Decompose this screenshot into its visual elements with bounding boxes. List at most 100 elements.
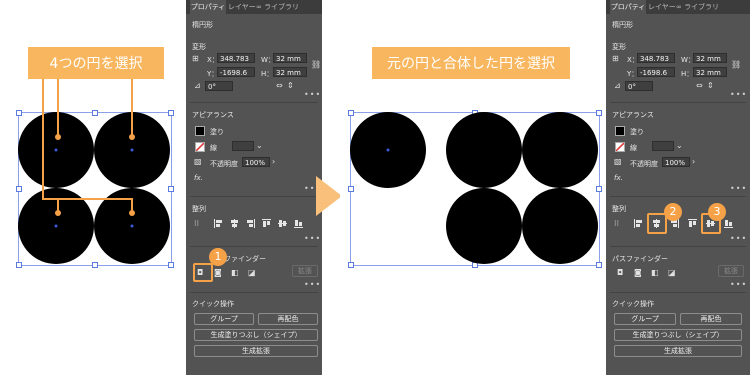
align-right-icon[interactable]	[246, 219, 255, 228]
intersect-icon[interactable]: ◧	[651, 268, 659, 277]
selection-handle[interactable]	[596, 110, 602, 116]
link-icon[interactable]: ⛓	[311, 60, 321, 69]
selection-handle[interactable]	[596, 262, 602, 268]
selection-handle[interactable]	[16, 110, 22, 116]
transform-label: 変形	[192, 43, 206, 51]
fill-swatch[interactable]	[195, 126, 205, 136]
h-field[interactable]: 32 mm	[273, 67, 307, 77]
chevron-right-icon[interactable]: ›	[272, 157, 275, 166]
flip-vertical-icon[interactable]: ⇕	[707, 81, 714, 90]
stroke-swatch[interactable]	[195, 142, 205, 152]
tab-layers[interactable]: レイヤー	[648, 0, 676, 14]
w-field[interactable]: 32 mm	[273, 53, 307, 63]
circle[interactable]	[522, 112, 598, 188]
generative-expand-button[interactable]: 生成拡張	[194, 345, 318, 357]
more-options-icon[interactable]: •••	[730, 184, 747, 193]
selection-handle[interactable]	[168, 186, 174, 192]
selection-handle[interactable]	[348, 110, 354, 116]
align-bottom-icon[interactable]	[294, 219, 303, 228]
divider	[610, 102, 746, 103]
more-options-icon[interactable]: •••	[730, 234, 747, 243]
more-options-icon[interactable]: •••	[304, 234, 321, 243]
opacity-field[interactable]: 100%	[662, 157, 690, 167]
fx-label[interactable]: fx.	[194, 174, 203, 182]
selection-handle[interactable]	[92, 110, 98, 116]
selection-handle[interactable]	[168, 262, 174, 268]
selection-handle[interactable]	[348, 262, 354, 268]
selection-handle[interactable]	[596, 186, 602, 192]
align-left-icon[interactable]	[214, 219, 223, 228]
minus-front-icon[interactable]: ◙	[634, 268, 642, 277]
rotate-field[interactable]: 0°	[205, 81, 233, 91]
reference-point-icon[interactable]: ⊞	[612, 54, 619, 63]
more-options-icon[interactable]: •••	[304, 90, 321, 99]
circle[interactable]	[446, 112, 522, 188]
link-icon[interactable]: ⛓	[731, 60, 741, 69]
x-field[interactable]: 348.783	[217, 53, 255, 63]
align-to-icon[interactable]: ⁝⁝	[194, 219, 199, 228]
y-field[interactable]: -1698.6	[217, 67, 255, 77]
align-left-icon[interactable]	[634, 219, 643, 228]
group-button[interactable]: グループ	[614, 313, 676, 325]
flip-horizontal-icon[interactable]: ⇔	[276, 81, 283, 90]
selection-handle[interactable]	[348, 186, 354, 192]
align-bottom-icon[interactable]	[724, 219, 733, 228]
flip-vertical-icon[interactable]: ⇕	[287, 81, 294, 90]
selection-handle[interactable]	[16, 262, 22, 268]
exclude-icon[interactable]: ◪	[248, 268, 256, 277]
tab-properties[interactable]: プロパティ	[610, 0, 646, 14]
flip-horizontal-icon[interactable]: ⇔	[696, 81, 703, 90]
leader-line	[131, 79, 133, 137]
tab-libraries[interactable]: ∞ ライブラリ	[676, 0, 719, 14]
h-field[interactable]: 32 mm	[693, 67, 727, 77]
opacity-field[interactable]: 100%	[242, 157, 270, 167]
more-options-icon[interactable]: •••	[730, 280, 747, 289]
more-options-icon[interactable]: •••	[730, 90, 747, 99]
fill-swatch[interactable]	[615, 126, 625, 136]
align-vertical-center-icon[interactable]	[278, 219, 287, 228]
selection-handle[interactable]	[16, 186, 22, 192]
chevron-down-icon[interactable]: ⌄	[676, 141, 683, 150]
recolor-button[interactable]: 再配色	[258, 313, 318, 325]
align-horizontal-center-icon[interactable]	[230, 219, 239, 228]
group-button[interactable]: グループ	[194, 313, 254, 325]
chevron-down-icon[interactable]: ⌄	[256, 141, 263, 150]
opacity-icon: ▧	[194, 157, 202, 166]
stroke-weight-field[interactable]	[232, 141, 254, 151]
rotate-field[interactable]: 0°	[625, 81, 653, 91]
expand-button[interactable]: 拡張	[718, 265, 744, 277]
w-field[interactable]: 32 mm	[693, 53, 727, 63]
recolor-button[interactable]: 再配色	[680, 313, 742, 325]
expand-button[interactable]: 拡張	[292, 265, 318, 277]
align-top-icon[interactable]	[688, 219, 697, 228]
step-badge-2: 2	[664, 203, 682, 221]
circle[interactable]	[18, 112, 94, 188]
appearance-label: アピアランス	[612, 111, 654, 119]
minus-front-icon[interactable]: ◙	[214, 268, 222, 277]
y-field[interactable]: -1698.6	[637, 67, 675, 77]
circle[interactable]	[446, 188, 522, 264]
generative-shape-fill-button[interactable]: 生成塗りつぶし（シェイプ）	[614, 329, 742, 341]
circle[interactable]	[522, 188, 598, 264]
generative-expand-button[interactable]: 生成拡張	[614, 345, 742, 357]
align-top-icon[interactable]	[262, 219, 271, 228]
selection-handle[interactable]	[168, 110, 174, 116]
unite-icon[interactable]: ◘	[617, 268, 623, 277]
reference-point-icon[interactable]: ⊞	[192, 54, 199, 63]
intersect-icon[interactable]: ◧	[231, 268, 239, 277]
exclude-icon[interactable]: ◪	[668, 268, 676, 277]
selection-handle[interactable]	[92, 262, 98, 268]
leader-dot	[55, 134, 61, 140]
circle[interactable]	[350, 112, 426, 188]
fx-label[interactable]: fx.	[614, 174, 623, 182]
stroke-weight-field[interactable]	[652, 141, 674, 151]
generative-shape-fill-button[interactable]: 生成塗りつぶし（シェイプ）	[194, 329, 318, 341]
tab-properties[interactable]: プロパティ	[190, 0, 226, 14]
chevron-right-icon[interactable]: ›	[692, 157, 695, 166]
align-to-icon[interactable]: ⁝⁝	[614, 219, 619, 228]
tab-libraries[interactable]: ∞ ライブラリ	[256, 0, 299, 14]
x-field[interactable]: 348.783	[637, 53, 675, 63]
tab-layers[interactable]: レイヤー	[228, 0, 256, 14]
more-options-icon[interactable]: •••	[304, 280, 321, 289]
stroke-swatch[interactable]	[615, 142, 625, 152]
